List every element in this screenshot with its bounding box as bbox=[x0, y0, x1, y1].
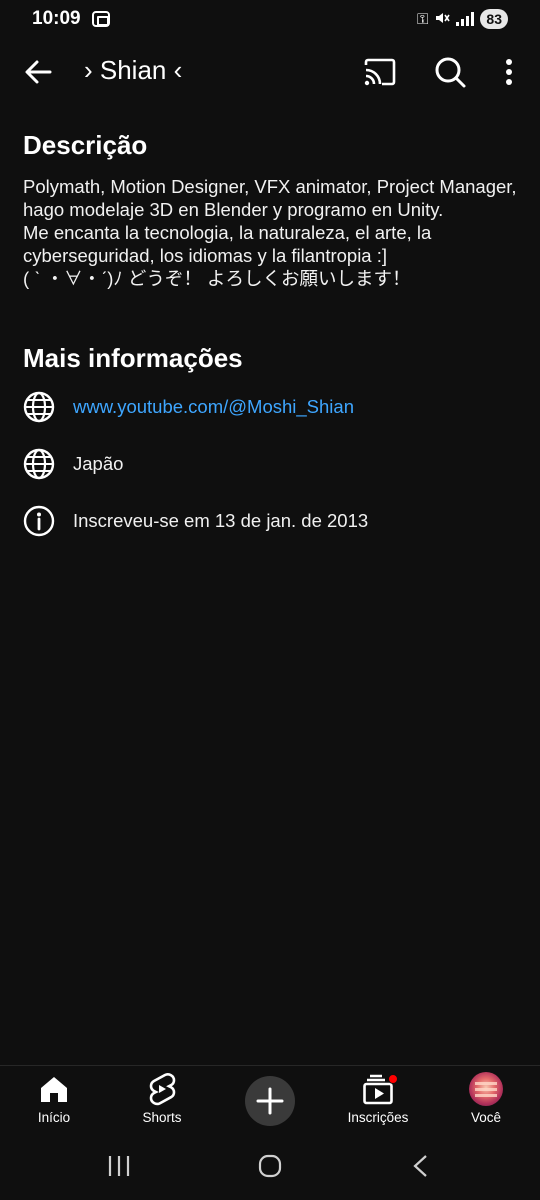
channel-link[interactable]: www.youtube.com/@Moshi_Shian bbox=[73, 396, 354, 418]
status-bar: 10:09 ⚿ 83 bbox=[0, 0, 540, 40]
channel-title: › Shian ‹ bbox=[84, 55, 183, 85]
description-line: ( ˋ ・∀・ˊ)ﾉ どうぞ！ よろしくお願いします！ bbox=[23, 268, 411, 289]
info-row-country: Japão bbox=[22, 446, 123, 482]
avatar bbox=[469, 1072, 503, 1106]
description-heading: Descrição bbox=[23, 130, 148, 160]
nav-shorts[interactable]: Shorts bbox=[112, 1072, 212, 1132]
nav-subscriptions-label: Inscrições bbox=[347, 1110, 409, 1125]
globe-icon bbox=[23, 391, 55, 423]
channel-description: Polymath, Motion Designer, VFX animator,… bbox=[23, 175, 523, 290]
status-icons: ⚿ 83 bbox=[417, 9, 508, 29]
create-button[interactable] bbox=[245, 1076, 295, 1126]
more-info-heading: Mais informações bbox=[23, 343, 243, 373]
nav-home[interactable]: Início bbox=[4, 1072, 104, 1132]
globe-icon bbox=[23, 448, 55, 480]
info-icon bbox=[23, 505, 55, 537]
system-back-icon[interactable] bbox=[410, 1154, 430, 1178]
battery-badge: 83 bbox=[480, 9, 508, 29]
back-button[interactable] bbox=[20, 54, 56, 90]
recents-icon[interactable] bbox=[107, 1155, 131, 1177]
description-line: Me encanta la tecnologia, la naturaleza,… bbox=[23, 222, 437, 266]
vpn-key-icon: ⚿ bbox=[417, 10, 429, 28]
more-vert-icon bbox=[506, 59, 512, 85]
cast-button[interactable] bbox=[362, 56, 398, 88]
plus-icon bbox=[256, 1087, 284, 1115]
mute-icon bbox=[434, 10, 451, 29]
shorts-icon bbox=[149, 1072, 176, 1106]
info-row-joined: Inscreveu-se em 13 de jan. de 2013 bbox=[22, 503, 368, 539]
nav-subscriptions[interactable]: Inscrições bbox=[328, 1072, 428, 1132]
description-line: Polymath, Motion Designer, VFX animator,… bbox=[23, 176, 522, 220]
joined-date: Inscreveu-se em 13 de jan. de 2013 bbox=[73, 510, 369, 531]
top-app-bar: › Shian ‹ bbox=[0, 42, 540, 100]
home-button-icon[interactable] bbox=[258, 1154, 282, 1178]
screenshot-icon bbox=[92, 11, 110, 27]
info-row-link[interactable]: www.youtube.com/@Moshi_Shian bbox=[22, 389, 354, 425]
cast-icon bbox=[364, 58, 396, 86]
home-icon bbox=[41, 1077, 67, 1102]
notification-dot bbox=[388, 1074, 398, 1084]
nav-shorts-label: Shorts bbox=[142, 1110, 182, 1125]
nav-you[interactable]: Você bbox=[436, 1072, 536, 1132]
more-options-button[interactable] bbox=[498, 54, 520, 90]
bottom-navigation: Início Shorts Inscrições Você bbox=[0, 1065, 540, 1135]
signal-icon bbox=[456, 12, 475, 26]
status-time: 10:09 bbox=[32, 8, 81, 29]
nav-home-label: Início bbox=[37, 1110, 71, 1125]
system-navigation-bar bbox=[0, 1135, 540, 1200]
search-button[interactable] bbox=[432, 54, 468, 90]
back-arrow-icon bbox=[25, 60, 52, 84]
nav-you-label: Você bbox=[470, 1110, 502, 1125]
channel-country: Japão bbox=[73, 453, 124, 474]
search-icon bbox=[435, 57, 466, 88]
